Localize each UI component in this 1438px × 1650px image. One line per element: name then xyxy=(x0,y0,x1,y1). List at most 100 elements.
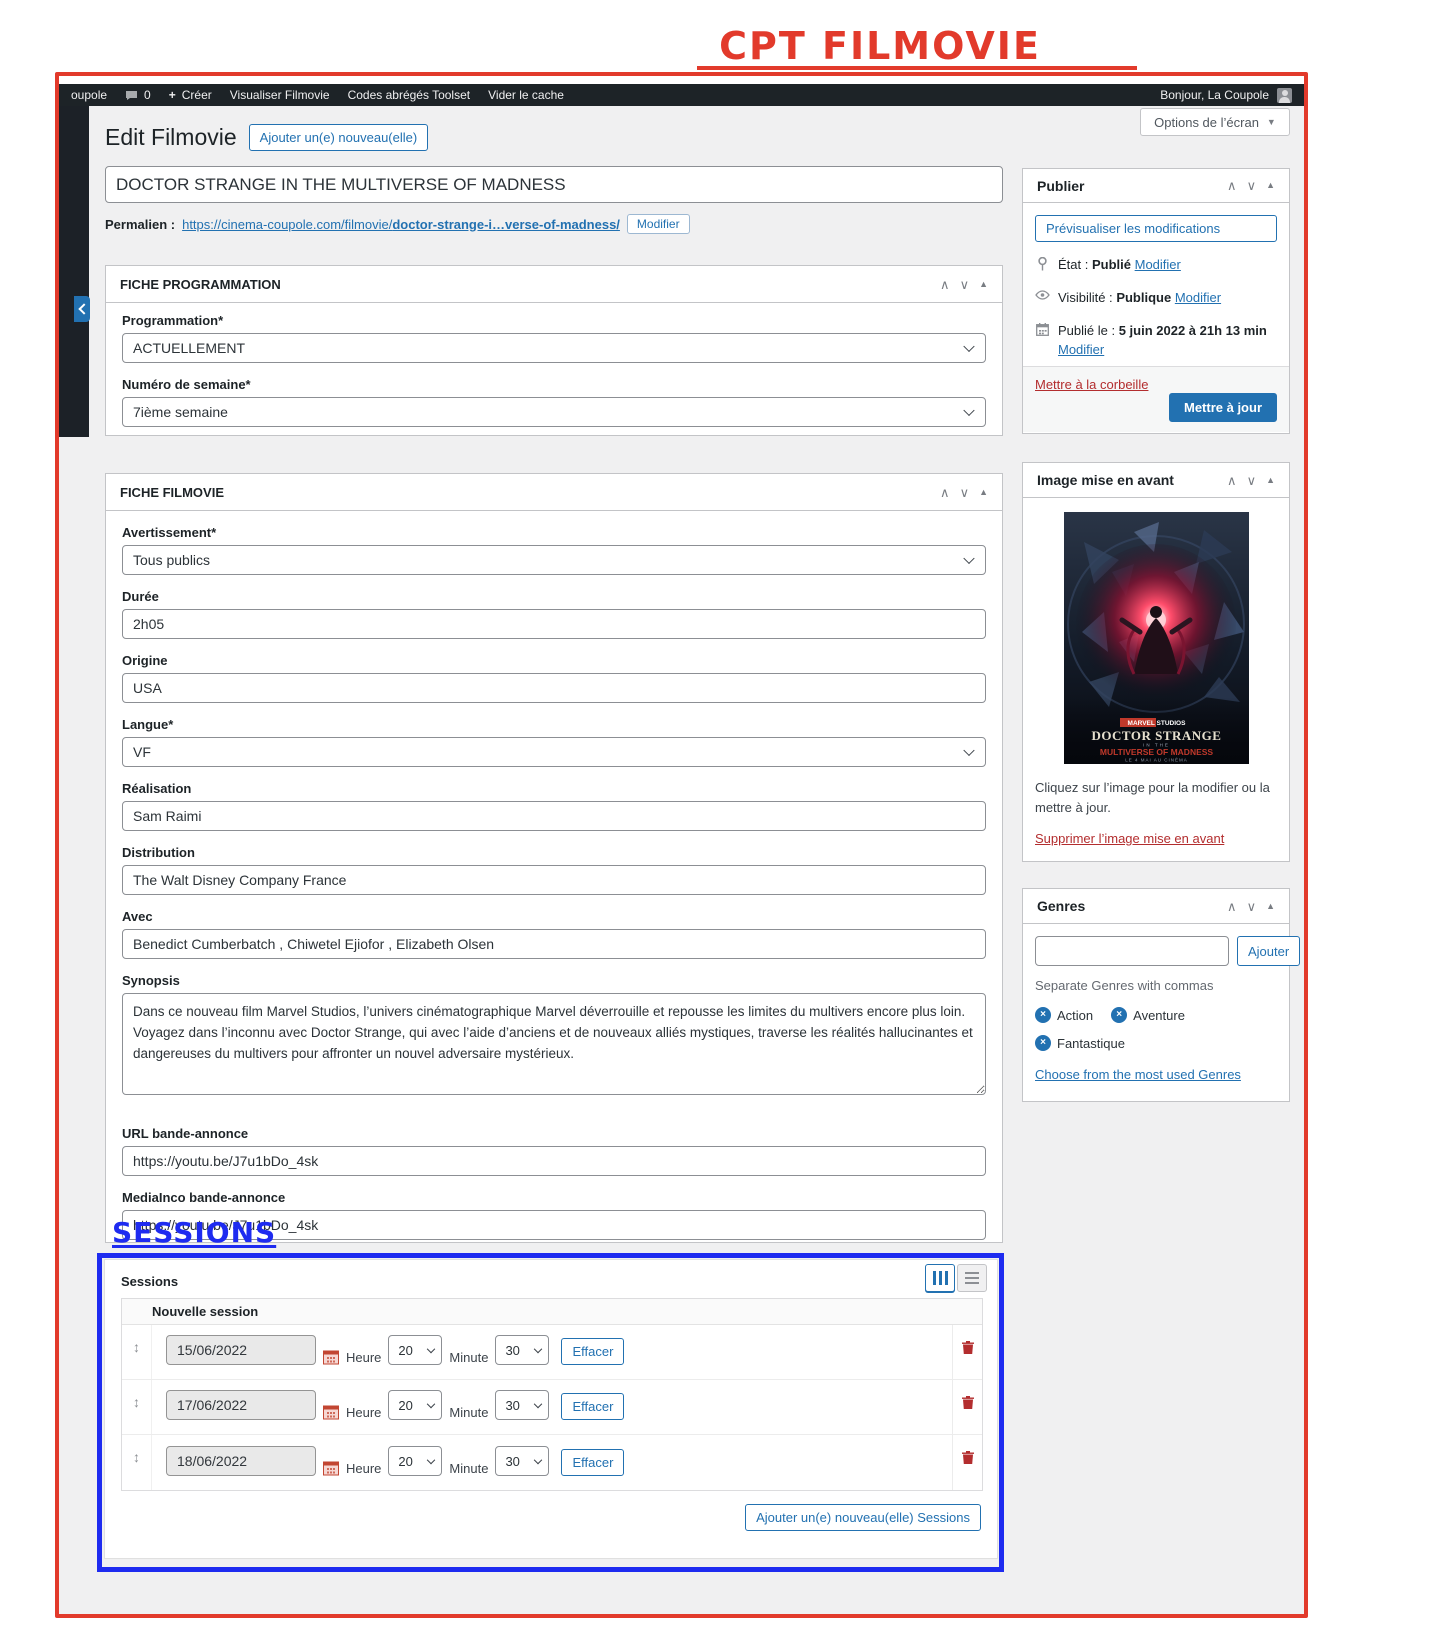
visibility-row: Visibilité : Publique Modifier xyxy=(1035,289,1277,308)
hour-select[interactable]: 20 xyxy=(388,1390,443,1420)
session-date-input[interactable] xyxy=(166,1335,316,1365)
clear-date-button[interactable]: Effacer xyxy=(561,1449,625,1476)
avec-input[interactable] xyxy=(122,929,986,959)
remove-tag-icon[interactable]: × xyxy=(1035,1007,1051,1023)
columns-view-toggle[interactable] xyxy=(925,1264,955,1292)
permalink-link[interactable]: https://cinema-coupole.com/filmovie/doct… xyxy=(182,217,620,232)
delete-row-trash-icon[interactable] xyxy=(961,1396,974,1410)
minute-value: 30 xyxy=(505,1342,520,1358)
minute-label: Minute xyxy=(449,1405,489,1420)
langue-select[interactable]: VF xyxy=(122,737,986,767)
hour-select[interactable]: 20 xyxy=(388,1335,443,1365)
featured-image-title: Image mise en avant xyxy=(1037,472,1174,488)
move-down-icon[interactable]: ∨ xyxy=(960,486,970,499)
published-label: Publié le : xyxy=(1058,322,1116,338)
post-title-input[interactable] xyxy=(105,166,1003,203)
adminbar-toolset-shortcodes[interactable]: Codes abrégés Toolset xyxy=(348,88,471,102)
remove-tag-icon[interactable]: × xyxy=(1035,1035,1051,1051)
hour-select[interactable]: 20 xyxy=(388,1446,443,1476)
calendar-icon xyxy=(1035,322,1050,360)
featured-poster-image[interactable]: MARVEL STUDIOS DOCTOR STRANGE IN THE MUL… xyxy=(1063,512,1249,764)
status-label: État : xyxy=(1058,257,1089,272)
add-new-button[interactable]: Ajouter un(e) nouveau(elle) xyxy=(248,124,429,151)
session-date-input[interactable] xyxy=(166,1390,316,1420)
add-genre-button[interactable]: Ajouter xyxy=(1237,936,1301,966)
minute-select[interactable]: 30 xyxy=(495,1335,550,1365)
comments-indicator[interactable]: 0 xyxy=(125,88,151,102)
origine-input[interactable] xyxy=(122,673,986,703)
move-up-icon[interactable]: ∧ xyxy=(940,486,950,499)
edit-visibility-link[interactable]: Modifier xyxy=(1175,290,1221,305)
move-up-icon[interactable]: ∧ xyxy=(940,278,950,291)
toggle-panel-icon[interactable]: ▲ xyxy=(1266,475,1275,485)
realisation-input[interactable] xyxy=(122,801,986,831)
move-up-icon[interactable]: ∧ xyxy=(1227,179,1237,192)
fiche-filmovie-header: FICHE FILMOVIE ∧ ∨ ▲ xyxy=(106,474,1002,511)
edit-published-link[interactable]: Modifier xyxy=(1058,342,1104,357)
add-session-button[interactable]: Ajouter un(e) nouveau(elle) Sessions xyxy=(745,1504,981,1531)
poster-studio-text: MARVEL STUDIOS xyxy=(1127,720,1186,727)
adminbar-clear-cache[interactable]: Vider le cache xyxy=(488,88,564,102)
permalink-edit-button[interactable]: Modifier xyxy=(626,214,690,234)
most-used-genres-link[interactable]: Choose from the most used Genres xyxy=(1035,1067,1241,1082)
move-down-icon[interactable]: ∨ xyxy=(1247,900,1257,913)
collapse-menu-tab[interactable] xyxy=(74,296,90,322)
synopsis-textarea[interactable]: Dans ce nouveau film Marvel Studios, l’u… xyxy=(122,993,986,1095)
clear-date-button[interactable]: Effacer xyxy=(561,1338,625,1365)
move-down-icon[interactable]: ∨ xyxy=(1247,474,1257,487)
datepicker-calendar-icon[interactable] xyxy=(323,1461,339,1476)
toggle-panel-icon[interactable]: ▲ xyxy=(979,487,988,497)
remove-tag-icon[interactable]: × xyxy=(1111,1007,1128,1023)
sessions-panel: Sessions Nouvelle session ↕ Heure 20 M xyxy=(104,1259,998,1559)
poster-title-text: DOCTOR STRANGE xyxy=(1091,728,1221,743)
move-up-icon[interactable]: ∧ xyxy=(1227,474,1237,487)
remove-featured-image-link[interactable]: Supprimer l’image mise en avant xyxy=(1035,831,1224,846)
adminbar-greeting[interactable]: Bonjour, La Coupole xyxy=(1160,88,1269,102)
cpt-annotation-underline xyxy=(697,66,1137,70)
programmation-select[interactable]: ACTUELLEMENT xyxy=(122,333,986,363)
toggle-panel-icon[interactable]: ▲ xyxy=(979,279,988,289)
toggle-panel-icon[interactable]: ▲ xyxy=(1266,901,1275,911)
duree-label: Durée xyxy=(122,589,159,604)
genres-input[interactable] xyxy=(1035,936,1229,966)
adminbar-view-filmovie[interactable]: Visualiser Filmovie xyxy=(230,88,330,102)
minute-select[interactable]: 30 xyxy=(495,1446,550,1476)
delete-row-trash-icon[interactable] xyxy=(961,1341,974,1355)
fiche-programmation-panel: FICHE PROGRAMMATION ∧ ∨ ▲ Programmation*… xyxy=(105,265,1003,436)
session-date-input[interactable] xyxy=(166,1446,316,1476)
datepicker-calendar-icon[interactable] xyxy=(323,1350,339,1365)
duree-input[interactable] xyxy=(122,609,986,639)
realisation-label: Réalisation xyxy=(122,781,192,796)
publish-footer: Mettre à la corbeille Mettre à jour xyxy=(1023,366,1289,432)
screenshot-canvas: CPT FILMOVIE oupole 0 + Créer Visualiser… xyxy=(0,0,1438,1650)
toggle-panel-icon[interactable]: ▲ xyxy=(1266,181,1275,190)
preview-changes-button[interactable]: Prévisualiser les modifications xyxy=(1035,215,1277,242)
clear-date-button[interactable]: Effacer xyxy=(561,1393,625,1420)
drag-handle[interactable]: ↕ xyxy=(122,1435,152,1490)
poster-subtitle-text: MULTIVERSE OF MADNESS xyxy=(1099,747,1213,757)
drag-handle[interactable]: ↕ xyxy=(122,1325,152,1379)
url-bande-annonce-input[interactable] xyxy=(122,1146,986,1176)
move-to-trash-link[interactable]: Mettre à la corbeille xyxy=(1035,377,1148,392)
avertissement-select[interactable]: Tous publics xyxy=(122,545,986,575)
move-down-icon[interactable]: ∨ xyxy=(960,278,970,291)
list-view-toggle[interactable] xyxy=(957,1264,987,1292)
page-title: Edit Filmovie xyxy=(105,124,237,150)
adminbar-new-button[interactable]: + Créer xyxy=(169,88,212,102)
move-up-icon[interactable]: ∧ xyxy=(1227,900,1237,913)
langue-value: VF xyxy=(133,744,151,760)
screen-options-button[interactable]: Options de l’écran ▼ xyxy=(1140,108,1290,136)
distribution-input[interactable] xyxy=(122,865,986,895)
delete-row-trash-icon[interactable] xyxy=(961,1451,974,1465)
status-value: Publié xyxy=(1091,257,1131,272)
move-down-icon[interactable]: ∨ xyxy=(1247,179,1257,192)
drag-handle[interactable]: ↕ xyxy=(122,1380,152,1434)
datepicker-calendar-icon[interactable] xyxy=(323,1405,339,1420)
site-name-fragment[interactable]: oupole xyxy=(71,88,107,102)
update-button[interactable]: Mettre à jour xyxy=(1168,393,1277,422)
minute-select[interactable]: 30 xyxy=(495,1390,550,1420)
edit-status-link[interactable]: Modifier xyxy=(1135,257,1181,272)
semaine-select[interactable]: 7ième semaine xyxy=(122,397,986,427)
url-bande-annonce-label: URL bande-annonce xyxy=(122,1126,249,1141)
langue-label: Langue* xyxy=(122,717,174,732)
